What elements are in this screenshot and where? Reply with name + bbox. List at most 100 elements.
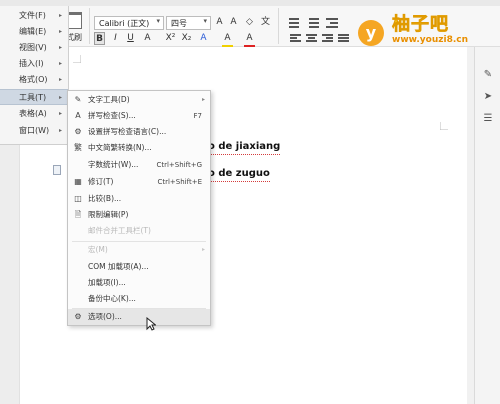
- menu-item-label: 中文简繁转换(N)...: [88, 143, 152, 152]
- menu-item-compare[interactable]: ◫ 比较(B)...: [68, 191, 210, 207]
- menu-item-view[interactable]: 视图(V) ▸: [0, 40, 68, 56]
- chevron-right-icon: ▸: [58, 127, 62, 134]
- menu-item-shortcut: Ctrl+Shift+E: [157, 178, 202, 186]
- chevron-right-icon: ▸: [201, 96, 205, 103]
- spell-language-icon: ⚙: [74, 127, 82, 136]
- settings-slider-icon[interactable]: ☰: [482, 113, 494, 125]
- chevron-down-icon: ▾: [203, 17, 207, 25]
- menu-item-text-tools[interactable]: ✎ 文字工具(D) ▸: [68, 92, 210, 108]
- document-text: o de zuguo: [208, 168, 270, 179]
- watermark-logo: y 柚子吧 www.youzi8.cn: [352, 8, 498, 50]
- align-left-icon[interactable]: [290, 33, 302, 43]
- menu-item-format[interactable]: 格式(O) ▸: [0, 72, 68, 88]
- chevron-right-icon: ▸: [58, 110, 62, 117]
- menu-item-restrict-edit[interactable]: 🗎 限制编辑(P): [68, 207, 210, 223]
- strikethrough-button[interactable]: A: [142, 32, 153, 45]
- menu-item-label: 选项(O)...: [88, 312, 122, 321]
- spelling-underline: [208, 152, 281, 155]
- chevron-right-icon: ▸: [58, 76, 62, 83]
- font-size-select[interactable]: 四号 ▾: [166, 16, 211, 30]
- italic-button[interactable]: I: [110, 32, 121, 45]
- subscript-button[interactable]: X₂: [181, 32, 192, 45]
- menu-item-label: 加载项(I)...: [88, 278, 126, 287]
- chevron-right-icon: ▸: [58, 60, 62, 67]
- menu-item-macro: 宏(M) ▸: [68, 242, 210, 258]
- bold-button[interactable]: B: [94, 32, 105, 45]
- ribbon-divider: [89, 8, 90, 44]
- menu-item-com-addins[interactable]: COM 加载项(A)...: [68, 259, 210, 275]
- font-color-button[interactable]: A: [244, 32, 255, 47]
- align-center-icon[interactable]: [306, 33, 318, 43]
- font-name-value: Calibri (正文): [99, 19, 150, 28]
- font-size-value: 四号: [171, 19, 187, 28]
- menu-item-label: 编辑(E): [19, 27, 47, 36]
- margin-corner-mark: [73, 55, 81, 63]
- mouse-cursor-icon: [146, 317, 156, 331]
- menu-item-backup-center[interactable]: 备份中心(K)...: [68, 291, 210, 307]
- logo-url: www.youzi8.cn: [392, 35, 468, 45]
- menu-item-label: 工具(T): [19, 93, 47, 102]
- menu-item-label: 表格(A): [19, 109, 47, 118]
- menu-item-table[interactable]: 表格(A) ▸: [0, 106, 68, 122]
- underline-button[interactable]: U: [125, 32, 136, 45]
- text-tool-icon: ✎: [74, 95, 82, 104]
- document-icon: [53, 165, 61, 175]
- menu-item-label: 文字工具(D): [88, 95, 130, 104]
- document-text: o de jiaxiang: [208, 141, 281, 152]
- numbered-list-icon[interactable]: [306, 16, 320, 28]
- menu-item-label: 视图(V): [19, 43, 47, 52]
- main-menu: 文件(F) ▸ 编辑(E) ▸ 视图(V) ▸ 插入(I) ▸ 格式(O) ▸ …: [0, 6, 69, 145]
- logo-title: 柚子吧: [392, 14, 449, 36]
- phonetic-icon[interactable]: 文: [260, 16, 271, 29]
- menu-item-label: 备份中心(K)...: [88, 294, 136, 303]
- menu-item-shortcut: Ctrl+Shift+G: [156, 161, 202, 169]
- menu-item-label: 插入(I): [19, 59, 44, 68]
- menu-item-label: 宏(M): [88, 245, 108, 254]
- font-name-select[interactable]: Calibri (正文) ▾: [94, 16, 164, 30]
- logo-badge: y: [358, 20, 384, 46]
- spelling-underline: [208, 179, 270, 182]
- clear-format-icon[interactable]: ◇: [244, 16, 255, 29]
- chevron-down-icon: ▾: [156, 17, 160, 25]
- menu-item-track-changes[interactable]: ▦ 修订(T) Ctrl+Shift+E: [68, 174, 210, 190]
- menu-item-spell-language[interactable]: ⚙ 设置拼写检查语言(C)...: [68, 124, 210, 140]
- menu-item-word-count[interactable]: 字数统计(W)... Ctrl+Shift+G: [68, 157, 210, 173]
- menu-item-edit[interactable]: 编辑(E) ▸: [0, 24, 68, 40]
- menu-item-tools[interactable]: 工具(T) ▸: [0, 89, 68, 105]
- menu-item-label: 比较(B)...: [88, 194, 122, 203]
- menu-item-addins[interactable]: 加载项(I)...: [68, 275, 210, 291]
- menu-item-insert[interactable]: 插入(I) ▸: [0, 56, 68, 72]
- menu-item-shortcut: F7: [193, 112, 202, 120]
- menu-item-window[interactable]: 窗口(W) ▸: [0, 123, 68, 139]
- menu-item-label: 修订(T): [88, 177, 114, 186]
- compare-icon: ◫: [74, 194, 82, 203]
- document-text-line[interactable]: o de jiaxiang: [208, 141, 281, 155]
- menu-item-chinese-convert[interactable]: 繁 中文简繁转换(N)...: [68, 140, 210, 156]
- text-effect-button[interactable]: A: [198, 32, 209, 45]
- decrease-indent-icon[interactable]: [326, 16, 340, 28]
- chevron-right-icon: ▸: [58, 44, 62, 51]
- menu-item-label: 邮件合并工具栏(T): [88, 226, 151, 235]
- menu-item-file[interactable]: 文件(F) ▸: [0, 8, 68, 24]
- menu-item-label: 文件(F): [19, 11, 46, 20]
- menu-item-spell-check[interactable]: A 拼写检查(S)... F7: [68, 108, 210, 124]
- grow-font-icon[interactable]: A: [214, 16, 225, 29]
- bullet-list-icon[interactable]: [286, 16, 300, 28]
- align-right-icon[interactable]: [322, 33, 334, 43]
- superscript-button[interactable]: X²: [165, 32, 176, 45]
- menu-item-label: 字数统计(W)...: [88, 160, 139, 169]
- pointer-icon[interactable]: ➤: [482, 91, 494, 103]
- ribbon-divider: [278, 8, 279, 44]
- gear-icon: ⚙: [74, 312, 82, 321]
- margin-corner-mark: [440, 122, 448, 130]
- document-text-line[interactable]: o de zuguo: [208, 168, 270, 182]
- menu-item-label: 限制编辑(P): [88, 210, 129, 219]
- shrink-font-icon[interactable]: A: [228, 16, 239, 29]
- highlight-button[interactable]: A: [222, 32, 233, 47]
- justify-icon[interactable]: [338, 33, 350, 43]
- tools-submenu: ✎ 文字工具(D) ▸ A 拼写检查(S)... F7 ⚙ 设置拼写检查语言(C…: [67, 90, 211, 326]
- pen-icon[interactable]: ✎: [482, 69, 494, 81]
- restrict-edit-icon: 🗎: [74, 210, 82, 219]
- menu-item-options[interactable]: ⚙ 选项(O)...: [68, 309, 210, 325]
- right-tool-rail: ✎ ➤ ☰: [474, 47, 500, 404]
